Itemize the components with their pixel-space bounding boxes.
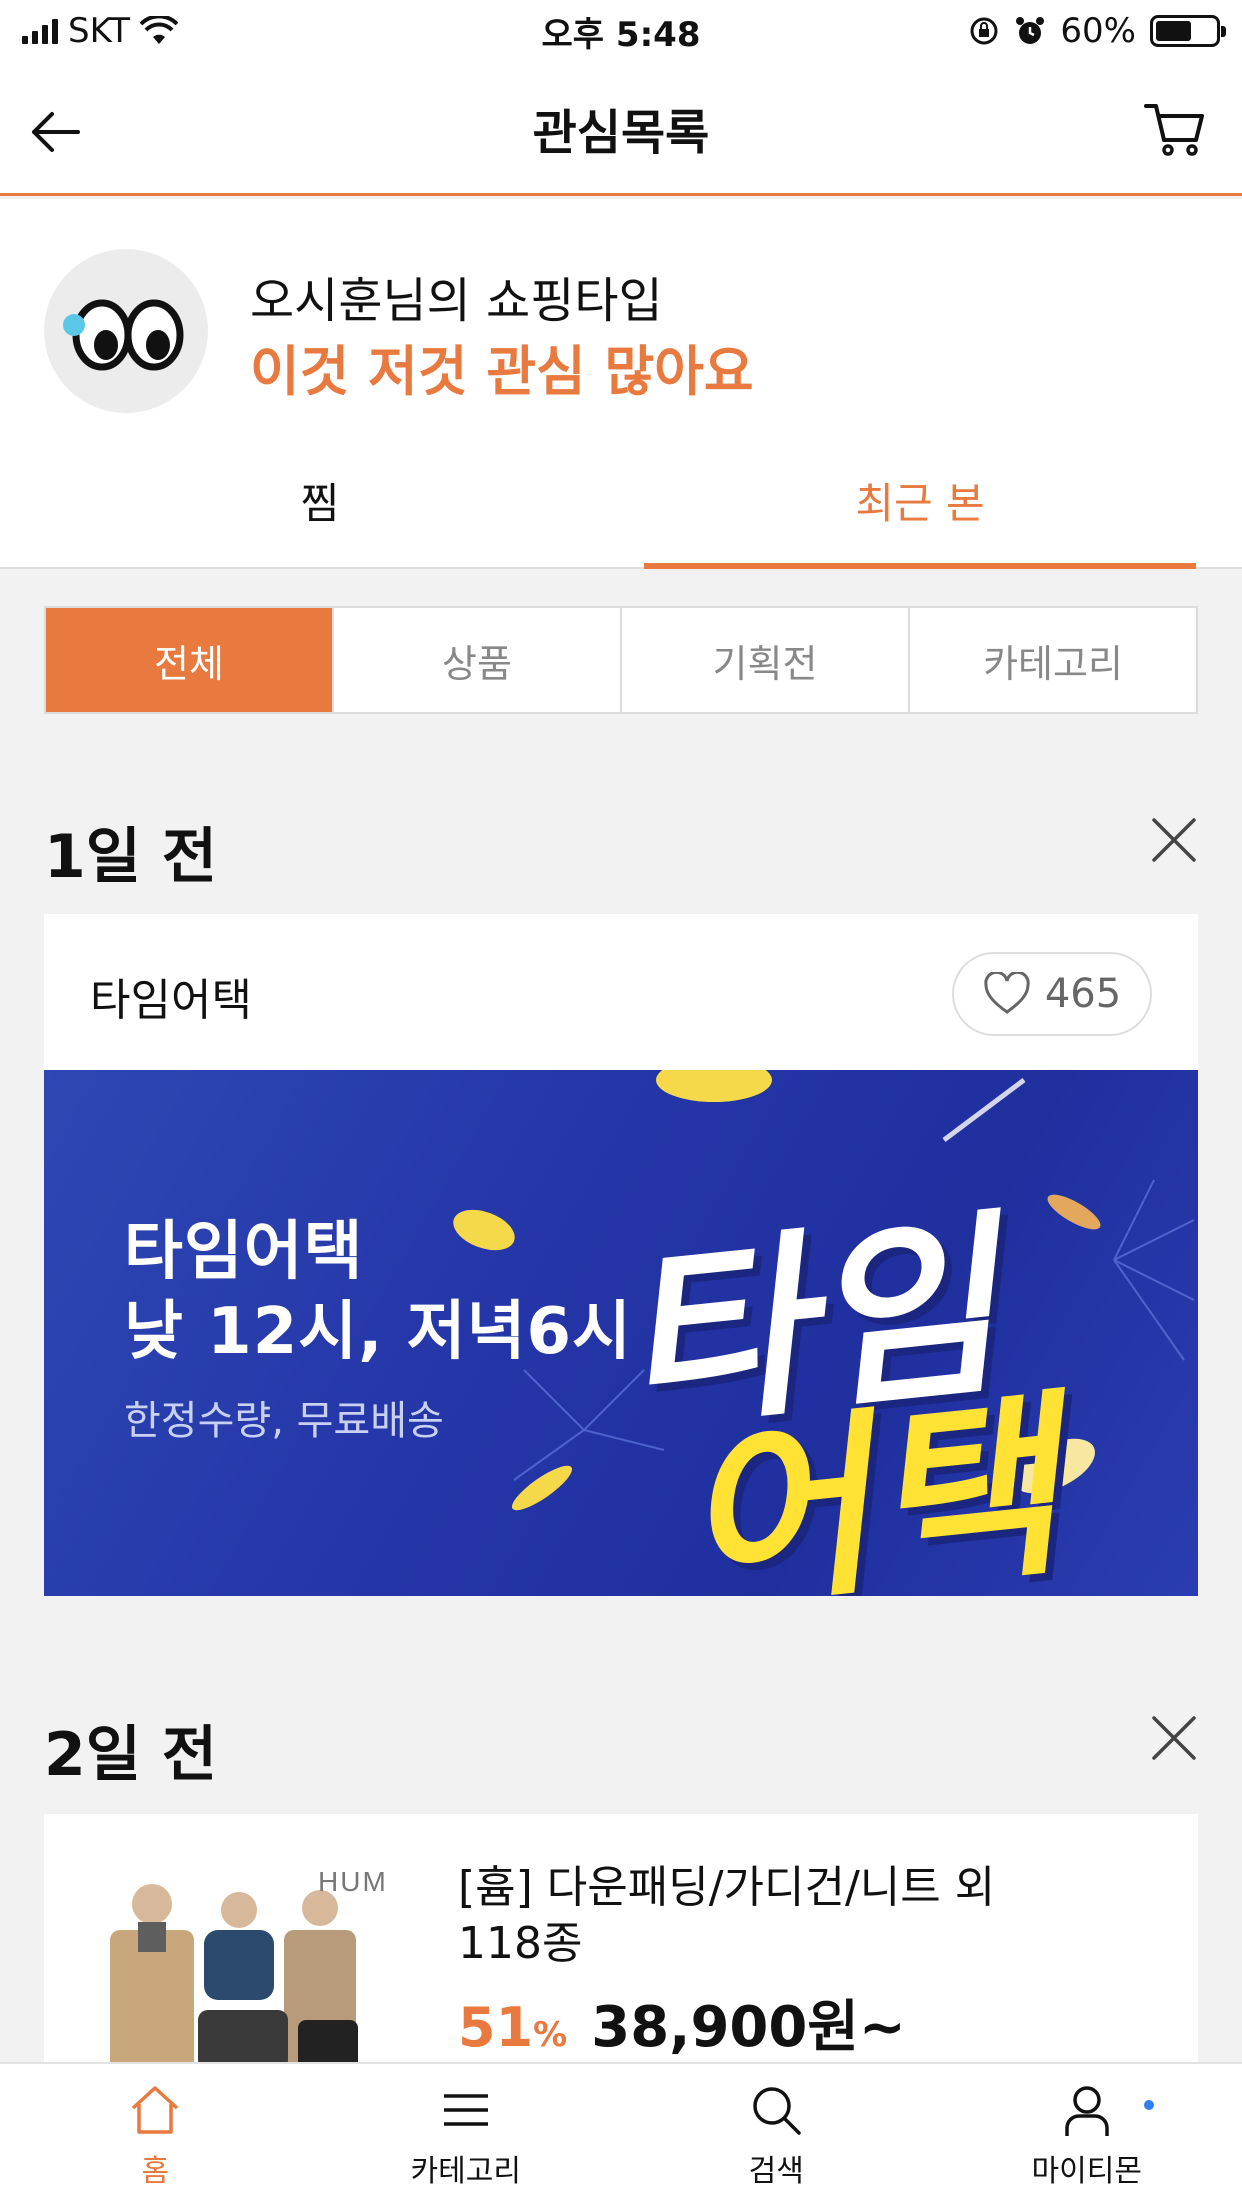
nav-category[interactable]: 카테고리 (311, 2064, 622, 2208)
home-icon (132, 2086, 179, 2134)
nav-home[interactable]: 홈 (0, 2064, 311, 2208)
product-card[interactable]: HUM [흄] 다운패딩/가디건/니트 외 118종 51% 38,900원~ (44, 1814, 1198, 2064)
nav-search[interactable]: 검색 (621, 2064, 932, 2208)
discount-rate: 51% (458, 1996, 568, 2059)
product-title: [흄] 다운패딩/가디건/니트 외 118종 (458, 1862, 996, 1969)
filter-exhibitions[interactable]: 기획전 (620, 608, 908, 712)
user-icon (1065, 2086, 1109, 2136)
card-title: 타임어택 (90, 975, 252, 1026)
card-header[interactable]: 타임어택 465 (44, 914, 1198, 1070)
shopping-type-value: 이것 저것 관심 많아요 (250, 340, 754, 403)
clothing-image (110, 1884, 358, 2064)
banner-subtext: 한정수량, 무료배송 (124, 1398, 444, 1444)
close-icon[interactable] (1150, 816, 1198, 864)
tab-bar: 찜 최근 본 (0, 431, 1242, 569)
wifi-icon (140, 16, 179, 44)
page-title: 관심목록 (532, 104, 710, 161)
alarm-icon (1016, 17, 1045, 44)
nav-label: 마이티몬 (1031, 2154, 1142, 2189)
cart-icon[interactable] (1142, 96, 1208, 162)
banner-schedule: 낮 12시, 저녁6시 (124, 1295, 632, 1369)
profile-section: 오시훈님의 쇼핑타입 이것 저것 관심 많아요 (0, 199, 1242, 431)
status-time: 오후 5:48 (541, 14, 701, 55)
tab-recently-viewed[interactable]: 최근 본 (644, 431, 1196, 569)
promo-banner[interactable]: 타임어택 낮 12시, 저녁6시 한정수량, 무료배송 타임 어택 (44, 1070, 1198, 1596)
rotation-lock-icon (970, 17, 998, 45)
filter-segment: 전체 상품 기획전 카테고리 (44, 606, 1198, 714)
product-image: HUM (108, 1866, 408, 2064)
menu-icon (443, 2094, 488, 2126)
header: 관심목록 (0, 62, 1242, 196)
battery-percent: 60% (1060, 11, 1136, 51)
search-icon (753, 2087, 801, 2135)
signal-icon (22, 18, 58, 44)
shopping-type-label: 오시훈님의 쇼핑타입 (250, 273, 663, 329)
status-left: SKT (22, 11, 442, 51)
product-price-row: 51% 38,900원~ (458, 1982, 906, 2063)
close-icon[interactable] (1150, 1714, 1198, 1762)
like-count: 465 (1044, 971, 1122, 1017)
section-title: 1일 전 (44, 822, 218, 892)
section-title: 2일 전 (44, 1720, 218, 1790)
notification-dot (1144, 2100, 1154, 2110)
like-button[interactable]: 465 (952, 952, 1152, 1036)
banner-headline: 타임어택 (124, 1215, 364, 1289)
bottom-nav: 홈 카테고리 검색 마이티몬 (0, 2062, 1242, 2208)
brand-logo: HUM (318, 1866, 388, 1897)
heart-icon (984, 972, 1030, 1014)
carrier-label: SKT (68, 11, 131, 51)
banner-logo-line2: 어택 (686, 1368, 1086, 1596)
filter-products[interactable]: 상품 (332, 608, 620, 712)
nav-mytmon[interactable]: 마이티몬 (932, 2064, 1242, 2208)
status-right: 60% (800, 11, 1226, 51)
active-tab-indicator (644, 563, 1196, 569)
status-bar: SKT 오후 5:48 60% (0, 0, 1242, 62)
eyes-icon (63, 299, 184, 371)
filter-categories[interactable]: 카테고리 (908, 608, 1196, 712)
nav-label: 홈 (141, 2154, 170, 2189)
filter-all[interactable]: 전체 (46, 608, 332, 712)
arrow-left-icon[interactable] (26, 102, 86, 162)
avatar (44, 249, 208, 413)
nav-label: 카테고리 (410, 2154, 521, 2189)
battery-icon (1150, 15, 1226, 47)
battery-level (1156, 21, 1191, 41)
nav-label: 검색 (748, 2154, 804, 2189)
tab-wishlist[interactable]: 찜 (0, 431, 640, 569)
price: 38,900원~ (591, 1995, 906, 2060)
